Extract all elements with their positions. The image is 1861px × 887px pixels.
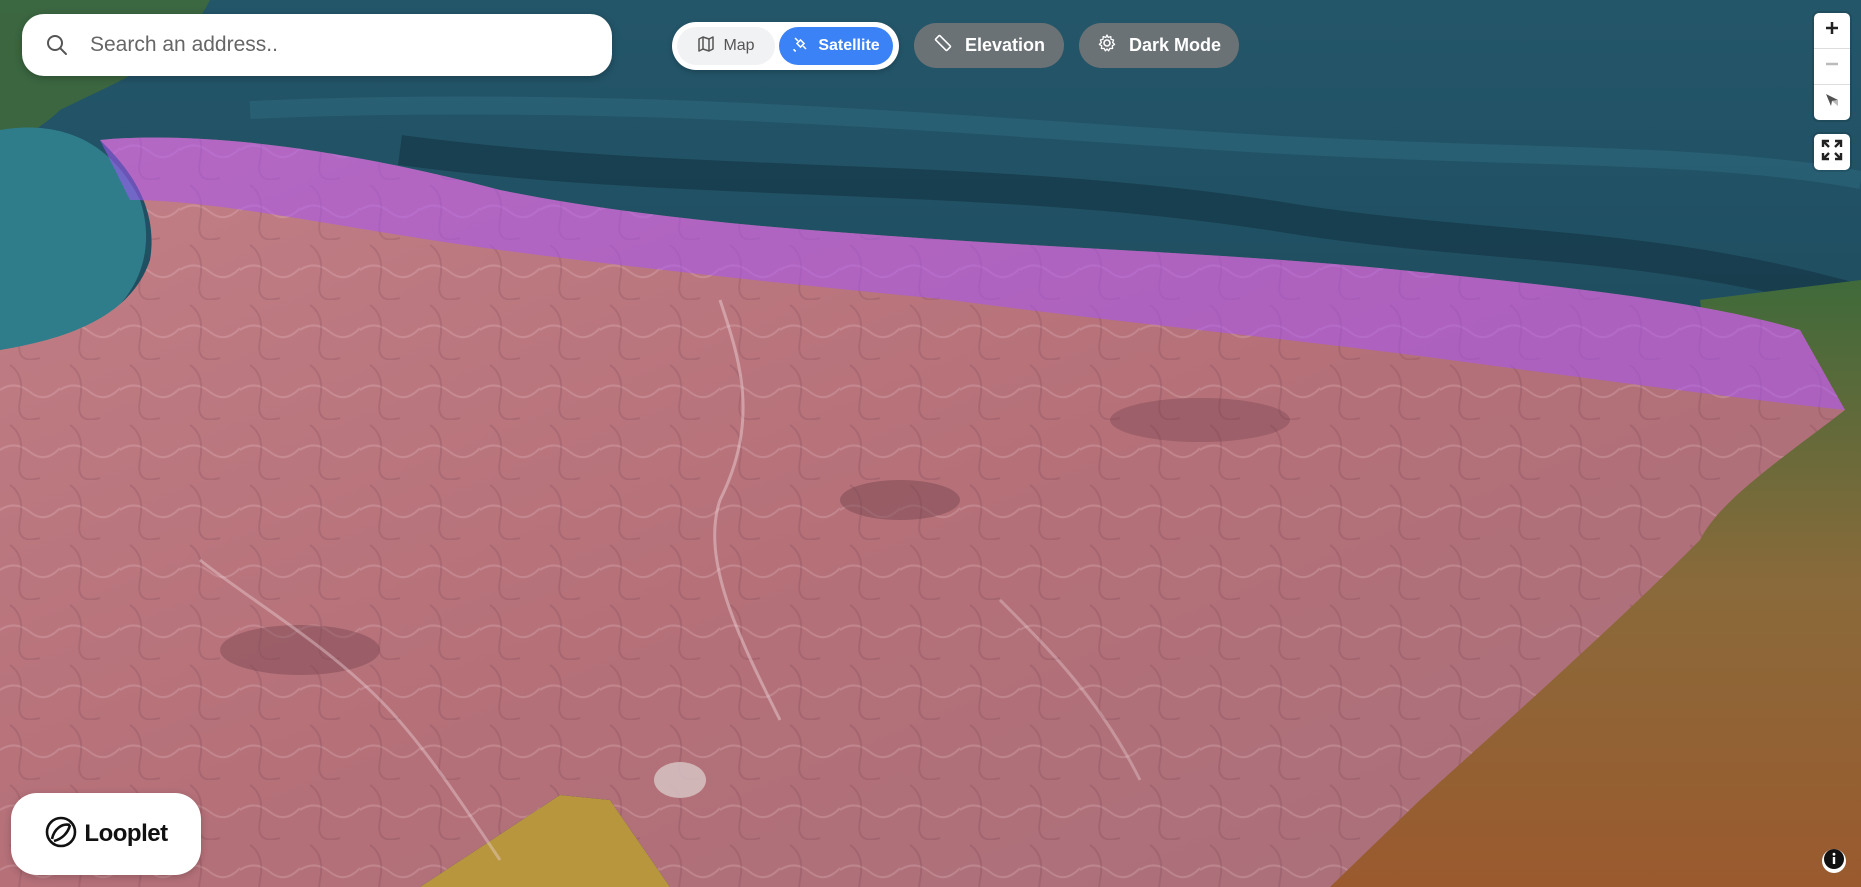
map-icon bbox=[697, 35, 715, 58]
satellite-icon bbox=[792, 35, 810, 58]
elevation-label: Elevation bbox=[964, 35, 1046, 55]
search-bar[interactable] bbox=[22, 14, 612, 76]
info-icon bbox=[1823, 848, 1845, 875]
search-icon bbox=[44, 32, 70, 58]
ruler-icon bbox=[933, 33, 953, 58]
attribution-button[interactable] bbox=[1822, 848, 1846, 875]
satellite-view-button[interactable]: Satellite bbox=[779, 27, 893, 65]
dark-mode-button[interactable]: Dark Mode bbox=[1079, 23, 1239, 68]
salt-lake bbox=[654, 762, 706, 798]
reset-bearing-button[interactable] bbox=[1814, 85, 1850, 120]
search-input[interactable] bbox=[88, 32, 572, 58]
zoom-in-button[interactable] bbox=[1814, 13, 1850, 49]
satellite-map-view[interactable] bbox=[0, 0, 1861, 887]
logo-text: Looplet bbox=[84, 820, 168, 847]
compass-icon bbox=[1823, 91, 1841, 114]
brand-logo[interactable]: Looplet bbox=[11, 793, 201, 875]
terrain-ridge bbox=[840, 480, 960, 520]
minus-icon bbox=[1824, 56, 1840, 77]
terrain-ridge bbox=[1110, 398, 1290, 442]
dark-mode-label: Dark Mode bbox=[1128, 35, 1222, 55]
plus-icon bbox=[1824, 20, 1840, 41]
map-style-toggle: Map Satellite bbox=[672, 22, 899, 70]
looplet-logo-icon bbox=[44, 815, 78, 854]
zoom-out-button[interactable] bbox=[1814, 49, 1850, 85]
map-view-label: Map bbox=[723, 37, 755, 54]
elevation-button[interactable]: Elevation bbox=[914, 23, 1064, 68]
gear-icon bbox=[1097, 33, 1117, 58]
map-view-button[interactable]: Map bbox=[677, 27, 775, 65]
fullscreen-icon bbox=[1820, 138, 1844, 167]
satellite-view-label: Satellite bbox=[818, 37, 880, 54]
fullscreen-button[interactable] bbox=[1814, 134, 1850, 170]
zoom-controls bbox=[1814, 13, 1850, 120]
map-canvas[interactable]: Map Satellite Elevation bbox=[0, 0, 1861, 887]
